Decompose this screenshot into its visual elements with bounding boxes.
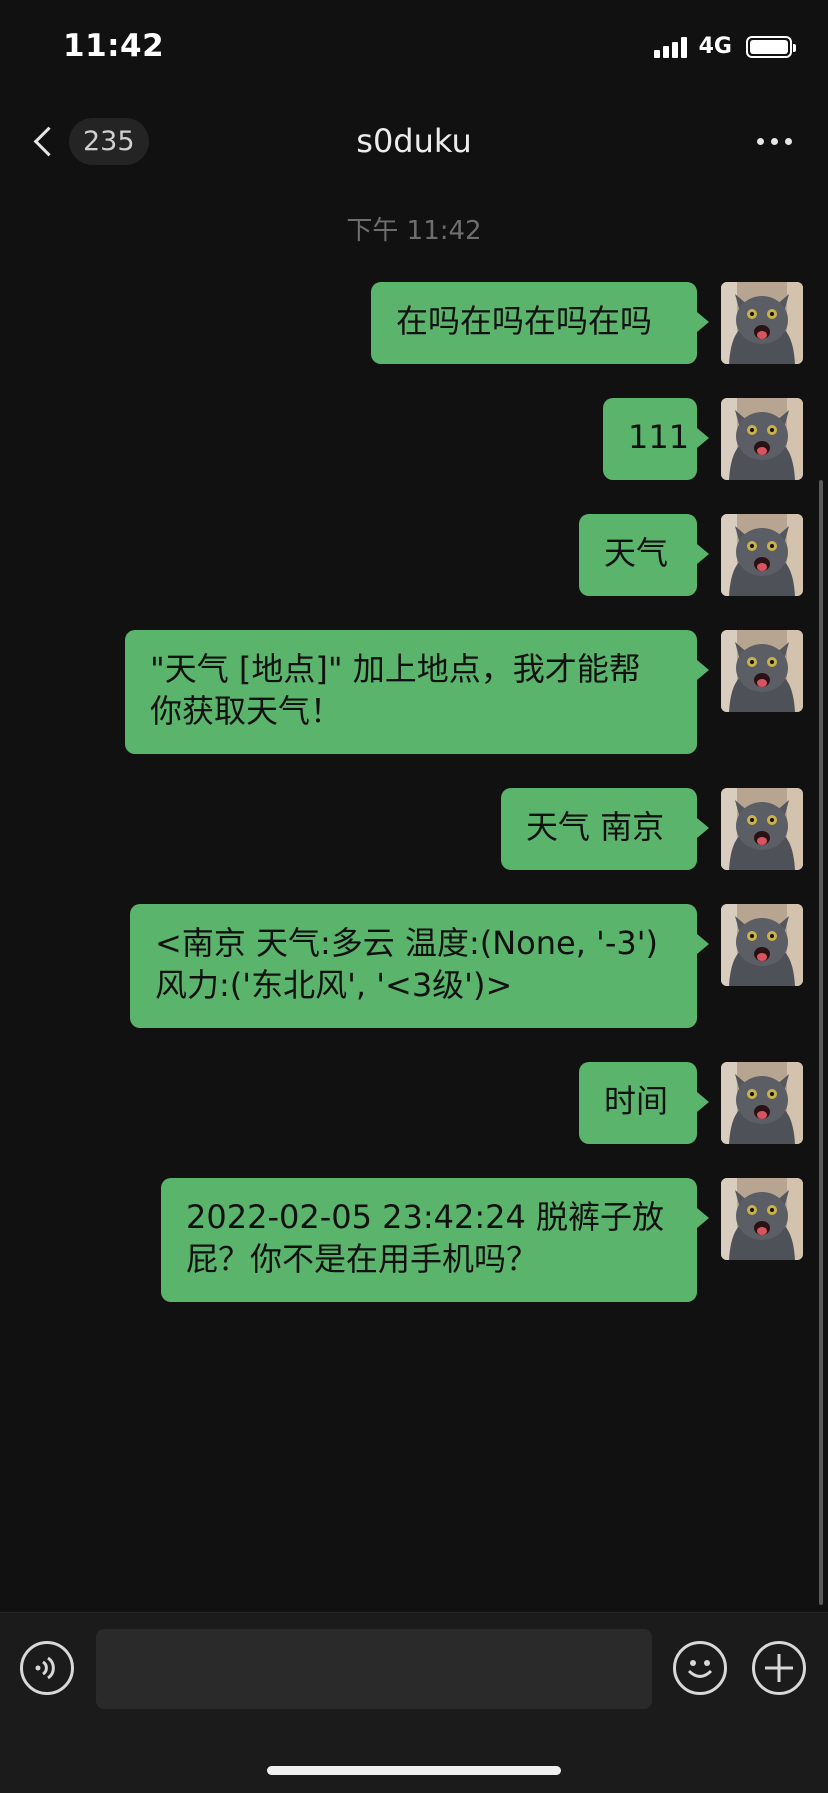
message-text: 天气 — [604, 534, 669, 572]
chat-header: 235 s0duku — [0, 100, 828, 182]
message-row: 2022-02-05 23:42:24 脱裤子放 屁？你不是在用手机吗？ — [161, 1178, 803, 1302]
message-input[interactable] — [96, 1629, 652, 1709]
message-text-line: 你获取天气！ — [150, 692, 343, 730]
message-row: 111 — [603, 398, 803, 480]
more-dots-icon[interactable] — [757, 138, 792, 145]
message-row: 天气 — [579, 514, 803, 596]
message-bubble[interactable]: 111 — [603, 398, 709, 480]
message-row: "天气 [地点]" 加上地点，我才能帮 你获取天气！ — [125, 630, 803, 754]
message-bubble[interactable]: 时间 — [579, 1062, 709, 1144]
message-bubble[interactable]: "天气 [地点]" 加上地点，我才能帮 你获取天气！ — [125, 630, 709, 754]
message-row: 在吗在吗在吗在吗 — [371, 282, 803, 364]
message-text-line: "天气 [地点]" 加上地点，我才能帮 — [150, 650, 641, 688]
message-bubble[interactable]: 天气 — [579, 514, 709, 596]
message-text-line: 屁？你不是在用手机吗？ — [186, 1240, 539, 1278]
message-bubble[interactable]: 在吗在吗在吗在吗 — [371, 282, 709, 364]
user-avatar[interactable] — [721, 788, 803, 870]
message-text: 111 — [628, 418, 690, 456]
user-avatar[interactable] — [721, 1062, 803, 1144]
message-text: 在吗在吗在吗在吗 — [396, 302, 653, 340]
user-avatar[interactable] — [721, 398, 803, 480]
message-row: <南京 天气:多云 温度:(None, '-3') 风力:('东北风', '<3… — [130, 904, 803, 1028]
network-type: 4G — [698, 34, 732, 59]
status-indicators: 4G — [653, 34, 796, 59]
message-text: 时间 — [604, 1082, 669, 1120]
chat-scrollbar[interactable] — [819, 480, 823, 1605]
user-avatar[interactable] — [721, 1178, 803, 1260]
emoji-icon[interactable] — [673, 1641, 727, 1695]
user-avatar[interactable] — [721, 514, 803, 596]
user-avatar[interactable] — [721, 630, 803, 712]
message-text: 天气 南京 — [526, 808, 665, 846]
message-text-line: 风力:('东北风', '<3级')> — [155, 966, 513, 1004]
message-text-line: <南京 天气:多云 温度:(None, '-3') — [155, 924, 659, 962]
user-avatar[interactable] — [721, 904, 803, 986]
battery-icon — [746, 35, 796, 58]
message-text-line: 2022-02-05 23:42:24 脱裤子放 — [186, 1198, 665, 1236]
message-timestamp: 下午 11:42 — [346, 216, 482, 246]
chat-title: s0duku — [356, 122, 472, 160]
message-row: 天气 南京 — [501, 788, 803, 870]
message-bubble[interactable]: <南京 天气:多云 温度:(None, '-3') 风力:('东北风', '<3… — [130, 904, 709, 1028]
user-avatar[interactable] — [721, 282, 803, 364]
signal-icon — [653, 36, 687, 58]
message-row: 时间 — [579, 1062, 803, 1144]
status-time: 11:42 — [63, 28, 165, 64]
status-bar: 11:42 4G — [0, 0, 828, 100]
home-indicator[interactable] — [267, 1766, 561, 1775]
voice-icon[interactable] — [20, 1641, 74, 1695]
message-bubble[interactable]: 天气 南京 — [501, 788, 709, 870]
plus-icon[interactable] — [752, 1641, 806, 1695]
message-bubble[interactable]: 2022-02-05 23:42:24 脱裤子放 屁？你不是在用手机吗？ — [161, 1178, 709, 1302]
